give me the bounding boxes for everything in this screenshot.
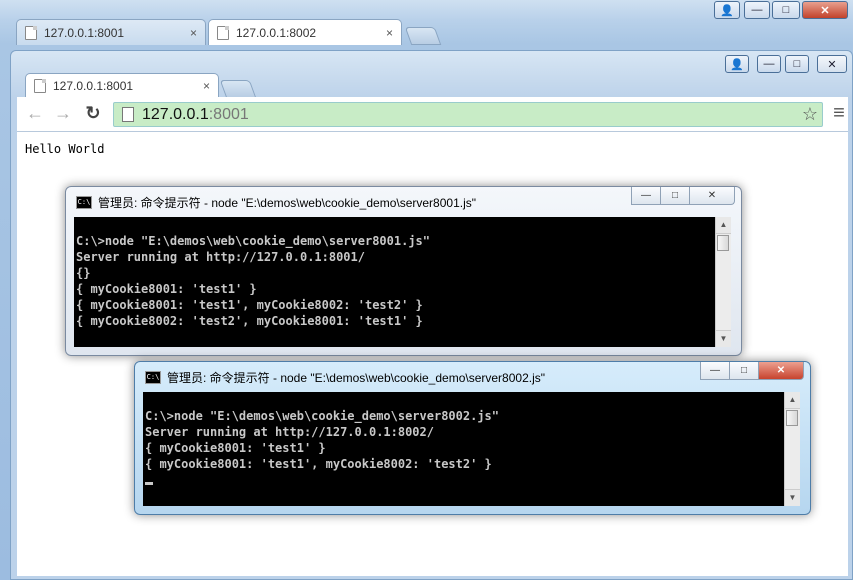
scroll-thumb[interactable] (717, 235, 729, 251)
tab-close-icon[interactable]: × (190, 26, 197, 40)
console-line: Server running at http://127.0.0.1:8001/ (76, 250, 365, 264)
console-window-8002: C:\ 管理员: 命令提示符 - node "E:\demos\web\cook… (134, 361, 811, 515)
close-button[interactable]: ✕ (802, 1, 848, 19)
page-icon (25, 25, 37, 40)
url-port: :8001 (208, 105, 249, 123)
scroll-thumb[interactable] (786, 410, 798, 426)
tab-8001-front[interactable]: 127.0.0.1:8001 × (25, 73, 219, 97)
scrollbar[interactable]: ▲ ▼ (784, 392, 800, 506)
close-button[interactable]: ✕ (758, 362, 804, 380)
tab-8002-back[interactable]: 127.0.0.1:8002 × (208, 19, 402, 45)
tab-8001-back[interactable]: 127.0.0.1:8001 × (16, 19, 206, 45)
console-line: {} (76, 266, 91, 280)
minimize-button[interactable]: — (700, 362, 730, 380)
user-button[interactable]: 👤 (725, 55, 749, 73)
cmd-icon: C:\ (76, 196, 92, 209)
tab-close-icon[interactable]: × (203, 79, 210, 93)
maximize-button[interactable]: □ (772, 1, 800, 19)
console-line: C:\>node "E:\demos\web\cookie_demo\serve… (145, 409, 500, 423)
close-button[interactable]: ✕ (689, 187, 735, 205)
scroll-up-icon[interactable]: ▲ (785, 392, 800, 409)
scroll-down-icon[interactable]: ▼ (785, 489, 800, 506)
tab-label: 127.0.0.1:8002 (236, 25, 317, 40)
console-line: { myCookie8002: 'test2', myCookie8001: '… (76, 314, 423, 328)
address-bar[interactable]: 127.0.0.1:8001 ☆ (113, 102, 823, 127)
maximize-button[interactable]: □ (660, 187, 690, 205)
console-title: 管理员: 命令提示符 - node "E:\demos\web\cookie_d… (167, 371, 546, 385)
tab-close-icon[interactable]: × (386, 26, 393, 40)
user-button[interactable]: 👤 (714, 1, 740, 19)
bookmark-star-icon[interactable]: ☆ (802, 104, 818, 125)
minimize-button[interactable]: — (744, 1, 770, 19)
url-host: 127.0.0.1 (142, 105, 209, 123)
scroll-up-icon[interactable]: ▲ (716, 217, 731, 234)
console-title-bar: C:\ 管理员: 命令提示符 - node "E:\demos\web\cook… (145, 369, 545, 386)
console-output: C:\>node "E:\demos\web\cookie_demo\serve… (143, 392, 784, 506)
maximize-button[interactable]: □ (729, 362, 759, 380)
tab-label: 127.0.0.1:8001 (53, 78, 134, 93)
console-title-bar: C:\ 管理员: 命令提示符 - node "E:\demos\web\cook… (76, 194, 476, 211)
scroll-down-icon[interactable]: ▼ (716, 330, 731, 347)
new-tab-button[interactable] (404, 27, 442, 45)
back-arrow-icon[interactable]: ← (25, 103, 45, 123)
cmd-icon: C:\ (145, 371, 161, 384)
close-button[interactable]: ✕ (817, 55, 847, 73)
menu-icon[interactable]: ≡ (829, 103, 849, 123)
tab-label: 127.0.0.1:8001 (44, 25, 125, 40)
new-tab-button[interactable] (219, 80, 257, 98)
console-title: 管理员: 命令提示符 - node "E:\demos\web\cookie_d… (98, 196, 477, 210)
page-text: Hello World (25, 142, 105, 156)
console-line: { myCookie8001: 'test1', myCookie8002: '… (145, 457, 492, 471)
console-line: { myCookie8001: 'test1' } (145, 441, 326, 455)
page-icon (34, 78, 46, 93)
console-window-8001: C:\ 管理员: 命令提示符 - node "E:\demos\web\cook… (65, 186, 742, 356)
page-icon (122, 107, 134, 122)
minimize-button[interactable]: — (631, 187, 661, 205)
console-line: C:\>node "E:\demos\web\cookie_demo\serve… (76, 234, 431, 248)
console-line: { myCookie8001: 'test1', myCookie8002: '… (76, 298, 423, 312)
page-icon (217, 25, 229, 40)
text-cursor (143, 472, 784, 488)
console-output: C:\>node "E:\demos\web\cookie_demo\serve… (74, 217, 715, 347)
maximize-button[interactable]: □ (785, 55, 809, 73)
minimize-button[interactable]: — (757, 55, 781, 73)
reload-icon[interactable]: ↻ (83, 103, 103, 123)
forward-arrow-icon[interactable]: → (53, 103, 73, 123)
scrollbar[interactable]: ▲ ▼ (715, 217, 731, 347)
console-line: { myCookie8001: 'test1' } (76, 282, 257, 296)
browser-toolbar: ← → ↻ 127.0.0.1:8001 ☆ ≡ (17, 97, 848, 132)
console-line: Server running at http://127.0.0.1:8002/ (145, 425, 434, 439)
